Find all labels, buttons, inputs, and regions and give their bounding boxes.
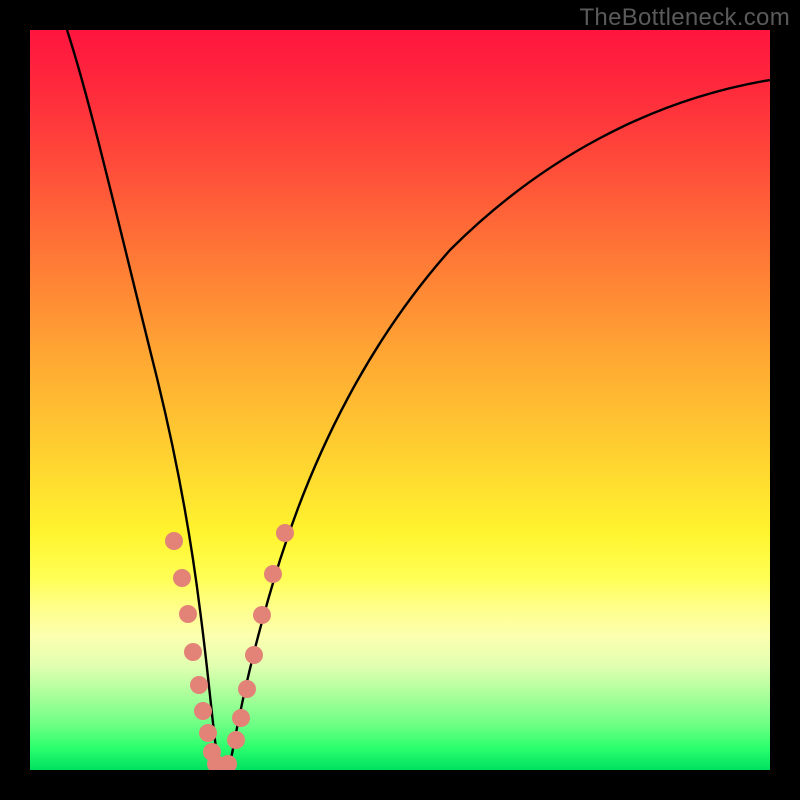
- bottleneck-curve: [67, 30, 770, 766]
- marker-dot: [194, 702, 212, 720]
- marker-dot: [199, 724, 217, 742]
- marker-dot: [184, 643, 202, 661]
- marker-dot: [238, 680, 256, 698]
- marker-dot: [173, 569, 191, 587]
- marker-dot: [232, 709, 250, 727]
- marker-dot: [264, 565, 282, 583]
- chart-svg: [30, 30, 770, 770]
- marker-dot: [253, 606, 271, 624]
- marker-dot: [227, 731, 245, 749]
- marker-dot: [245, 646, 263, 664]
- marker-dot: [190, 676, 208, 694]
- marker-dot: [276, 524, 294, 542]
- plot-area: [30, 30, 770, 770]
- marker-dot: [165, 532, 183, 550]
- watermark-text: TheBottleneck.com: [579, 4, 790, 32]
- outer-frame: TheBottleneck.com: [0, 0, 800, 800]
- marker-dot: [179, 605, 197, 623]
